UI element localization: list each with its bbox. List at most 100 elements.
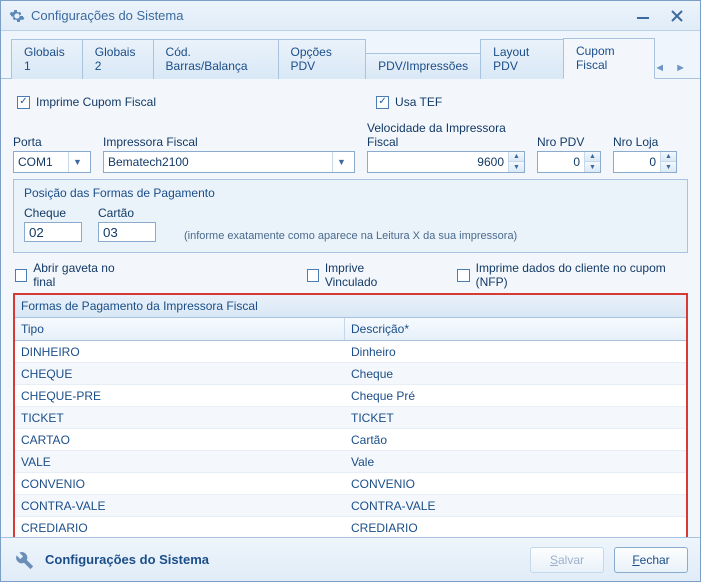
cell-descricao: Vale	[345, 455, 686, 469]
nro-pdv-label: Nro PDV	[537, 135, 601, 149]
group-posicao-title: Posição das Formas de Pagamento	[24, 186, 677, 200]
salvar-button: Salvar	[530, 547, 604, 573]
tab-nav: ◄ ►	[654, 62, 690, 78]
velocidade-label: Velocidade da Impressora Fiscal	[367, 121, 525, 149]
table-row[interactable]: VALEVale	[15, 451, 686, 473]
porta-value: COM1	[18, 155, 53, 169]
cell-tipo: TICKET	[15, 411, 345, 425]
cell-tipo: VALE	[15, 455, 345, 469]
checkbox-icon	[307, 269, 319, 282]
table-row[interactable]: CHEQUE-PRECheque Pré	[15, 385, 686, 407]
check-usa-tef-label: Usa TEF	[395, 95, 442, 109]
cell-descricao: CONTRA-VALE	[345, 499, 686, 513]
tab-layout-pdv[interactable]: Layout PDV	[480, 39, 564, 79]
table-header: Tipo Descrição*	[15, 318, 686, 341]
minimize-icon	[636, 12, 650, 20]
chevron-down-icon: ▼	[68, 152, 86, 172]
spin-up-icon[interactable]: ▲	[508, 152, 524, 162]
impressora-label: Impressora Fiscal	[103, 135, 355, 149]
velocidade-input[interactable]: 9600 ▲▼	[367, 151, 525, 173]
fechar-rest: echar	[640, 553, 670, 567]
cell-descricao: CONVENIO	[345, 477, 686, 491]
nro-loja-input[interactable]: 0 ▲▼	[613, 151, 677, 173]
window-title: Configurações do Sistema	[31, 8, 624, 23]
cartao-input[interactable]	[98, 222, 156, 242]
check-imprime-dados-cliente-label: Imprime dados do cliente no cupom (NFP)	[476, 261, 686, 289]
check-usa-tef[interactable]: ✓ Usa TEF	[376, 95, 442, 109]
nro-pdv-value: 0	[538, 155, 584, 169]
tab-prev-icon[interactable]: ◄	[654, 62, 665, 74]
check-imprime-vinculado[interactable]: Imprive Vinculado	[307, 261, 414, 289]
check-imprime-vinculado-label: Imprive Vinculado	[325, 261, 414, 289]
cell-tipo: CONVENIO	[15, 477, 345, 491]
spin-down-icon[interactable]: ▼	[660, 162, 676, 172]
checkbox-icon	[15, 269, 27, 282]
cell-descricao: Cartão	[345, 433, 686, 447]
cheque-input[interactable]	[24, 222, 82, 242]
check-imprime-cupom[interactable]: ✓ Imprime Cupom Fiscal	[17, 95, 156, 109]
fechar-mnemonic: F	[632, 553, 639, 567]
table-row[interactable]: CARTAOCartão	[15, 429, 686, 451]
minimize-button[interactable]	[628, 7, 658, 25]
spin-up-icon[interactable]: ▲	[584, 152, 600, 162]
cell-tipo: CARTAO	[15, 433, 345, 447]
gear-icon	[9, 8, 25, 24]
tab-globais-1[interactable]: Globais 1	[11, 39, 83, 79]
col-descricao[interactable]: Descrição*	[345, 318, 686, 340]
titlebar: Configurações do Sistema	[1, 1, 700, 31]
cell-tipo: CREDIARIO	[15, 521, 345, 535]
content: ✓ Imprime Cupom Fiscal ✓ Usa TEF Porta C…	[1, 79, 700, 537]
check-abrir-gaveta[interactable]: Abrir gaveta no final	[15, 261, 133, 289]
table-row[interactable]: CONTRA-VALECONTRA-VALE	[15, 495, 686, 517]
porta-select[interactable]: COM1 ▼	[13, 151, 91, 173]
wrench-icon	[13, 549, 35, 571]
nro-loja-label: Nro Loja	[613, 135, 677, 149]
cell-descricao: Cheque	[345, 367, 686, 381]
cell-tipo: CONTRA-VALE	[15, 499, 345, 513]
salvar-rest: alvar	[558, 553, 584, 567]
formas-pagamento-table: Formas de Pagamento da Impressora Fiscal…	[13, 293, 688, 537]
porta-label: Porta	[13, 135, 91, 149]
checkbox-icon: ✓	[376, 96, 389, 109]
table-row[interactable]: TICKETTICKET	[15, 407, 686, 429]
tab-globais-2[interactable]: Globais 2	[82, 39, 154, 79]
check-imprime-cupom-label: Imprime Cupom Fiscal	[36, 95, 156, 109]
check-imprime-dados-cliente[interactable]: Imprime dados do cliente no cupom (NFP)	[457, 261, 686, 289]
nro-pdv-input[interactable]: 0 ▲▼	[537, 151, 601, 173]
table-row[interactable]: CHEQUECheque	[15, 363, 686, 385]
chevron-down-icon: ▼	[332, 152, 350, 172]
impressora-value: Bematech2100	[108, 155, 189, 169]
cell-tipo: CHEQUE-PRE	[15, 389, 345, 403]
footer-title: Configurações do Sistema	[45, 552, 520, 567]
tab-pdv-impressoes[interactable]: PDV/Impressões	[365, 53, 481, 79]
tab-cupom-fiscal[interactable]: Cupom Fiscal	[563, 38, 655, 79]
fechar-button[interactable]: Fechar	[614, 547, 688, 573]
footer: Configurações do Sistema Salvar Fechar	[1, 537, 700, 581]
spin-down-icon[interactable]: ▼	[584, 162, 600, 172]
close-button[interactable]	[662, 7, 692, 25]
check-abrir-gaveta-label: Abrir gaveta no final	[33, 261, 132, 289]
spin-up-icon[interactable]: ▲	[660, 152, 676, 162]
cell-descricao: Cheque Pré	[345, 389, 686, 403]
group-posicao-formas: Posição das Formas de Pagamento Cheque C…	[13, 179, 688, 253]
col-tipo[interactable]: Tipo	[15, 318, 345, 340]
tab-next-icon[interactable]: ►	[675, 62, 686, 74]
tab-opcoes-pdv[interactable]: Opções PDV	[278, 39, 367, 79]
cell-descricao: TICKET	[345, 411, 686, 425]
cheque-label: Cheque	[24, 206, 82, 220]
cell-descricao: CREDIARIO	[345, 521, 686, 535]
spin-down-icon[interactable]: ▼	[508, 162, 524, 172]
close-icon	[671, 10, 683, 22]
cartao-label: Cartão	[98, 206, 156, 220]
table-row[interactable]: DINHEIRODinheiro	[15, 341, 686, 363]
cell-tipo: DINHEIRO	[15, 345, 345, 359]
impressora-select[interactable]: Bematech2100 ▼	[103, 151, 355, 173]
table-row[interactable]: CREDIARIOCREDIARIO	[15, 517, 686, 537]
velocidade-value: 9600	[368, 155, 508, 169]
table-body: DINHEIRODinheiroCHEQUEChequeCHEQUE-PRECh…	[15, 341, 686, 537]
window: Configurações do Sistema Globais 1 Globa…	[0, 0, 701, 582]
table-row[interactable]: CONVENIOCONVENIO	[15, 473, 686, 495]
table-title: Formas de Pagamento da Impressora Fiscal	[15, 295, 686, 318]
tab-bar: Globais 1 Globais 2 Cód. Barras/Balança …	[1, 31, 700, 79]
tab-cod-barras[interactable]: Cód. Barras/Balança	[153, 39, 279, 79]
